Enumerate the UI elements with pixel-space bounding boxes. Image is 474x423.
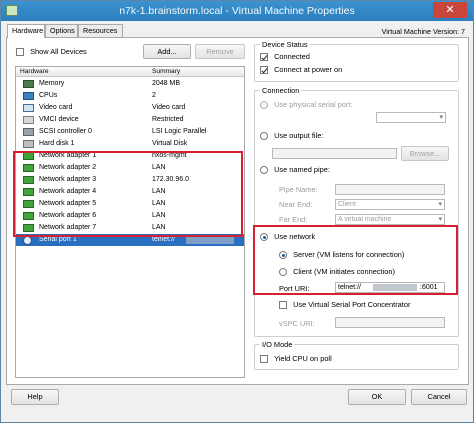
use-named-pipe-radio[interactable]: [260, 166, 268, 175]
row-summary: Restricted: [152, 116, 184, 123]
use-physical-serial-port-row[interactable]: Use physical serial port:: [260, 100, 353, 110]
near-end-label: Near End:: [279, 200, 313, 209]
use-output-file-row[interactable]: Use output file:: [260, 131, 324, 141]
row-summary: 2048 MB: [152, 80, 181, 87]
connect-at-power-on-checkbox[interactable]: [260, 66, 268, 75]
row-summary: Video card: [152, 104, 186, 111]
tab-options[interactable]: Options: [45, 24, 78, 37]
near-end-select[interactable]: Client: [335, 199, 445, 210]
row-name: Video card: [39, 104, 73, 111]
network-adapters-highlight: [13, 151, 243, 237]
vspc-uri-field[interactable]: [335, 317, 445, 328]
connect-at-power-on-row[interactable]: Connect at power on: [260, 65, 343, 75]
device-status-title: Device Status: [260, 40, 310, 49]
output-file-path-field[interactable]: [272, 148, 397, 159]
column-header-hardware[interactable]: Hardware: [20, 68, 49, 75]
cancel-button[interactable]: Cancel: [411, 389, 467, 405]
memory-icon: [23, 80, 34, 88]
vmci-icon: [23, 116, 34, 124]
hard-disk-icon: [23, 140, 34, 148]
remove-button[interactable]: Remove: [195, 44, 245, 59]
far-end-label: Far End:: [279, 215, 308, 224]
vm-version-label: Virtual Machine Version: 7: [381, 27, 465, 36]
redacted-address: [186, 236, 234, 244]
device-status-group: Device Status: [254, 40, 459, 82]
connected-checkbox[interactable]: [260, 53, 268, 62]
use-network-highlight: [253, 225, 458, 295]
serial-port-icon: [23, 236, 32, 245]
yield-cpu-checkbox[interactable]: [260, 355, 268, 364]
use-vspc-row[interactable]: Use Virtual Serial Port Concentrator: [279, 300, 411, 310]
show-all-devices-row[interactable]: Show All Devices: [16, 47, 87, 57]
browse-button[interactable]: Browse...: [401, 146, 449, 161]
connect-at-power-on-label: Connect at power on: [274, 65, 343, 74]
hardware-panel: Show All Devices Add... Remove Hardware …: [6, 37, 469, 385]
use-vspc-label: Use Virtual Serial Port Concentrator: [293, 300, 411, 309]
add-button[interactable]: Add...: [143, 44, 191, 59]
use-physical-serial-port-radio[interactable]: [260, 101, 268, 110]
physical-port-select[interactable]: [376, 112, 446, 123]
connected-row[interactable]: Connected: [260, 52, 310, 62]
table-row[interactable]: Hard disk 1 Virtual Disk: [16, 138, 244, 150]
row-summary: Virtual Disk: [152, 140, 188, 147]
use-named-pipe-row[interactable]: Use named pipe:: [260, 165, 330, 175]
connected-label: Connected: [274, 52, 310, 61]
table-row[interactable]: SCSI controller 0 LSI Logic Parallel: [16, 126, 244, 138]
hardware-table-header: Hardware Summary: [16, 67, 244, 77]
title-bar[interactable]: n7k-1.brainstorm.local - Virtual Machine…: [1, 1, 473, 21]
table-row[interactable]: Memory 2048 MB: [16, 78, 244, 90]
video-card-icon: [23, 104, 34, 112]
vm-properties-window: n7k-1.brainstorm.local - Virtual Machine…: [0, 0, 474, 423]
pipe-name-field[interactable]: [335, 184, 445, 195]
table-row[interactable]: CPUs 2: [16, 90, 244, 102]
table-row[interactable]: Video card Video card: [16, 102, 244, 114]
use-output-file-label: Use output file:: [274, 131, 324, 140]
far-end-select[interactable]: A virtual machine: [335, 214, 445, 225]
use-output-file-radio[interactable]: [260, 132, 268, 141]
close-button[interactable]: ✕: [433, 2, 467, 18]
row-name: Memory: [39, 80, 65, 87]
use-named-pipe-label: Use named pipe:: [274, 165, 330, 174]
use-vspc-checkbox[interactable]: [279, 301, 287, 310]
row-name: VMCI device: [39, 116, 79, 123]
vspc-uri-label: vSPC URI:: [279, 319, 315, 328]
scsi-icon: [23, 128, 34, 136]
row-summary: 2: [152, 92, 156, 99]
cpu-icon: [23, 92, 34, 100]
pipe-name-label: Pipe Name:: [279, 185, 318, 194]
tab-hardware[interactable]: Hardware: [7, 24, 45, 38]
row-name: SCSI controller 0: [39, 128, 92, 135]
ok-button[interactable]: OK: [348, 389, 406, 405]
row-name: CPUs: [39, 92, 58, 99]
use-physical-serial-port-label: Use physical serial port:: [274, 100, 353, 109]
row-name: Hard disk 1: [39, 140, 75, 147]
yield-cpu-row[interactable]: Yield CPU on poll: [260, 354, 332, 364]
yield-cpu-label: Yield CPU on poll: [274, 354, 332, 363]
show-all-devices-label: Show All Devices: [30, 47, 87, 56]
show-all-devices-checkbox[interactable]: [16, 48, 24, 57]
window-title: n7k-1.brainstorm.local - Virtual Machine…: [119, 5, 355, 17]
io-mode-title: I/O Mode: [260, 340, 295, 349]
connection-title: Connection: [260, 86, 302, 95]
table-row[interactable]: VMCI device Restricted: [16, 114, 244, 126]
column-header-summary[interactable]: Summary: [152, 68, 180, 75]
help-button[interactable]: Help: [11, 389, 59, 405]
tab-resources[interactable]: Resources: [78, 24, 123, 37]
row-summary: LSI Logic Parallel: [152, 128, 207, 135]
